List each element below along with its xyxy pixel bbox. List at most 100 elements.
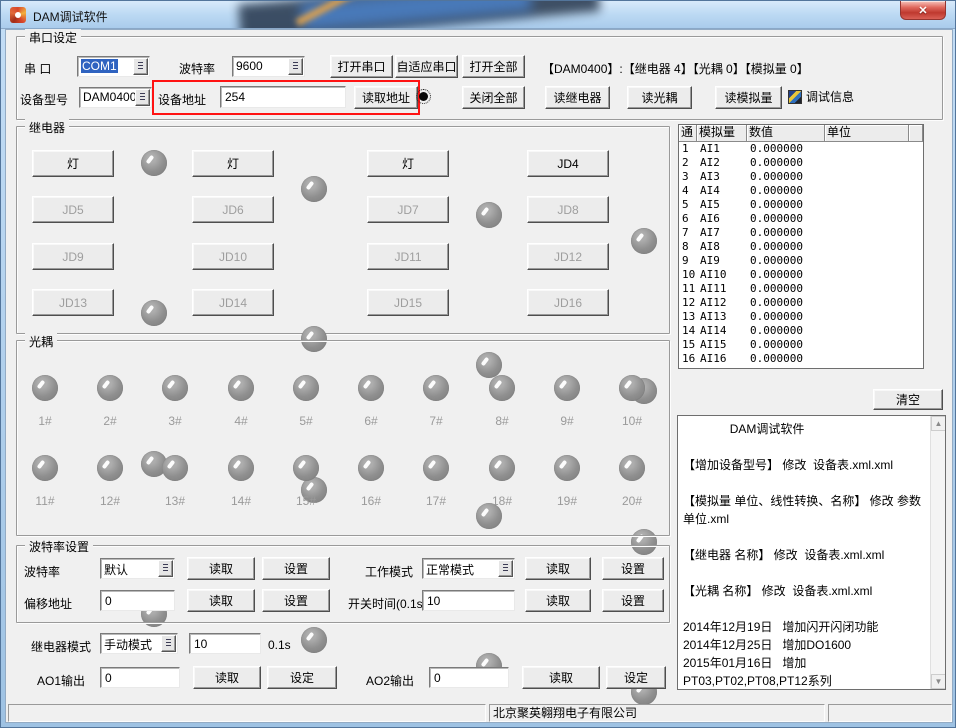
work-mode-dropdown-icon[interactable]	[498, 560, 513, 577]
switch-time-input[interactable]	[422, 590, 515, 611]
cell-value: 0.000000	[747, 226, 825, 240]
scroll-up-icon[interactable]: ▲	[931, 416, 946, 431]
debug-info-toggle[interactable]: 调试信息	[788, 88, 854, 105]
info-scrollbar[interactable]: ▲ ▼	[930, 416, 945, 689]
relay-button-8[interactable]: JD8	[527, 196, 609, 223]
opto-label: 10#	[622, 414, 642, 428]
read-relay-button[interactable]: 读继电器	[545, 86, 610, 109]
baud-select[interactable]: 9600	[232, 56, 305, 77]
ao2-set-button[interactable]: 设定	[606, 666, 666, 689]
relay-mode-time-input[interactable]	[189, 633, 261, 654]
serial-group-label: 串口设定	[25, 29, 81, 46]
close-all-button[interactable]: 关闭全部	[462, 86, 525, 109]
table-row[interactable]: 3AI30.000000	[679, 170, 923, 184]
col-header-unit[interactable]: 单位	[825, 125, 909, 142]
cell-value: 0.000000	[747, 254, 825, 268]
offset-address-input[interactable]	[100, 590, 175, 611]
col-header-channel[interactable]: 通	[679, 125, 697, 142]
device-address-input[interactable]	[220, 86, 346, 108]
table-row[interactable]: 9AI90.000000	[679, 254, 923, 268]
com-port-dropdown-icon[interactable]	[133, 58, 148, 75]
work-mode-read-button[interactable]: 读取	[525, 557, 591, 580]
cell-analog: AI15	[697, 338, 747, 352]
relay-mode-select[interactable]: 手动模式	[100, 633, 178, 654]
relay-button-10[interactable]: JD10	[192, 243, 274, 270]
relay-button-1[interactable]: 灯	[32, 150, 114, 177]
relay-button-16[interactable]: JD16	[527, 289, 609, 316]
read-opto-button[interactable]: 读光耦	[627, 86, 692, 109]
work-mode-set-button[interactable]: 设置	[602, 557, 664, 580]
analog-table[interactable]: 通 模拟量 数值 单位 1AI10.000000 2AI20.000000 3A…	[678, 124, 924, 369]
device-model-dropdown-icon[interactable]	[135, 89, 150, 106]
baud-set-button[interactable]: 设置	[262, 557, 330, 580]
table-row[interactable]: 12AI120.000000	[679, 296, 923, 310]
relay-button-3[interactable]: 灯	[367, 150, 449, 177]
cell-channel: 4	[679, 184, 697, 198]
relay-button-9[interactable]: JD9	[32, 243, 114, 270]
read-analog-button[interactable]: 读模拟量	[715, 86, 782, 109]
offset-set-button[interactable]: 设置	[262, 589, 330, 612]
info-log-panel[interactable]: DAM调试软件 【增加设备型号】 修改 设备表.xml.xml 【模拟量 单位、…	[677, 415, 946, 690]
clear-button[interactable]: 清空	[873, 389, 943, 410]
opto-indicator-8	[489, 375, 515, 401]
baud-value: 9600	[236, 59, 263, 73]
table-row[interactable]: 2AI20.000000	[679, 156, 923, 170]
relay-button-4[interactable]: JD4	[527, 150, 609, 177]
col-header-analog[interactable]: 模拟量	[697, 125, 747, 142]
table-row[interactable]: 1AI10.000000	[679, 142, 923, 156]
ao2-read-button[interactable]: 读取	[522, 666, 600, 689]
ao2-input[interactable]	[429, 667, 509, 688]
relay-mode-dropdown-icon[interactable]	[161, 635, 176, 652]
table-row[interactable]: 7AI70.000000	[679, 226, 923, 240]
table-row[interactable]: 13AI130.000000	[679, 310, 923, 324]
opto-label: 8#	[495, 414, 508, 428]
switch-time-set-button[interactable]: 设置	[602, 589, 664, 612]
table-row[interactable]: 6AI60.000000	[679, 212, 923, 226]
table-row[interactable]: 16AI160.000000	[679, 352, 923, 366]
relay-button-11[interactable]: JD11	[367, 243, 449, 270]
table-row[interactable]: 4AI40.000000	[679, 184, 923, 198]
ao1-read-button[interactable]: 读取	[193, 666, 261, 689]
switch-time-read-button[interactable]: 读取	[525, 589, 591, 612]
relay-button-15[interactable]: JD15	[367, 289, 449, 316]
close-button[interactable]: ✕	[900, 1, 946, 20]
open-all-button[interactable]: 打开全部	[462, 55, 525, 78]
baud-settings-group-label: 波特率设置	[25, 538, 93, 555]
offset-read-button[interactable]: 读取	[187, 589, 255, 612]
relay-button-6[interactable]: JD6	[192, 196, 274, 223]
table-row[interactable]: 8AI80.000000	[679, 240, 923, 254]
relay-button-14[interactable]: JD14	[192, 289, 274, 316]
open-serial-button[interactable]: 打开串口	[330, 55, 393, 78]
cell-analog: AI10	[697, 268, 747, 282]
baud-setting-dropdown-icon[interactable]	[158, 560, 173, 577]
cell-value: 0.000000	[747, 310, 825, 324]
cell-unit	[825, 282, 909, 296]
baud-read-button[interactable]: 读取	[187, 557, 255, 580]
relay-button-5[interactable]: JD5	[32, 196, 114, 223]
relay-button-13[interactable]: JD13	[32, 289, 114, 316]
opto-channel-11: 11#	[25, 455, 65, 508]
table-row[interactable]: 11AI110.000000	[679, 282, 923, 296]
baud-dropdown-icon[interactable]	[288, 58, 303, 75]
col-header-value[interactable]: 数值	[747, 125, 825, 142]
read-address-button[interactable]: 读取地址	[354, 86, 418, 109]
scroll-down-icon[interactable]: ▼	[931, 674, 946, 689]
relay-mode-label: 继电器模式	[31, 638, 91, 655]
relay-button-2[interactable]: 灯	[192, 150, 274, 177]
table-row[interactable]: 14AI140.000000	[679, 324, 923, 338]
relay-mode-time-unit: 0.1s	[268, 638, 291, 652]
ao1-set-button[interactable]: 设定	[267, 666, 337, 689]
relay-button-7[interactable]: JD7	[367, 196, 449, 223]
com-port-select[interactable]: COM1	[77, 56, 150, 77]
baud-setting-select[interactable]: 默认	[100, 558, 175, 579]
table-row[interactable]: 5AI50.000000	[679, 198, 923, 212]
relay-button-12[interactable]: JD12	[527, 243, 609, 270]
opto-label: 16#	[361, 494, 381, 508]
device-model-select[interactable]: DAM0400	[79, 87, 152, 108]
device-model-label: 设备型号	[20, 91, 68, 108]
table-row[interactable]: 10AI100.000000	[679, 268, 923, 282]
ao1-input[interactable]	[100, 667, 180, 688]
adaptive-serial-button[interactable]: 自适应串口	[395, 55, 458, 78]
table-row[interactable]: 15AI150.000000	[679, 338, 923, 352]
work-mode-select[interactable]: 正常模式	[422, 558, 515, 579]
